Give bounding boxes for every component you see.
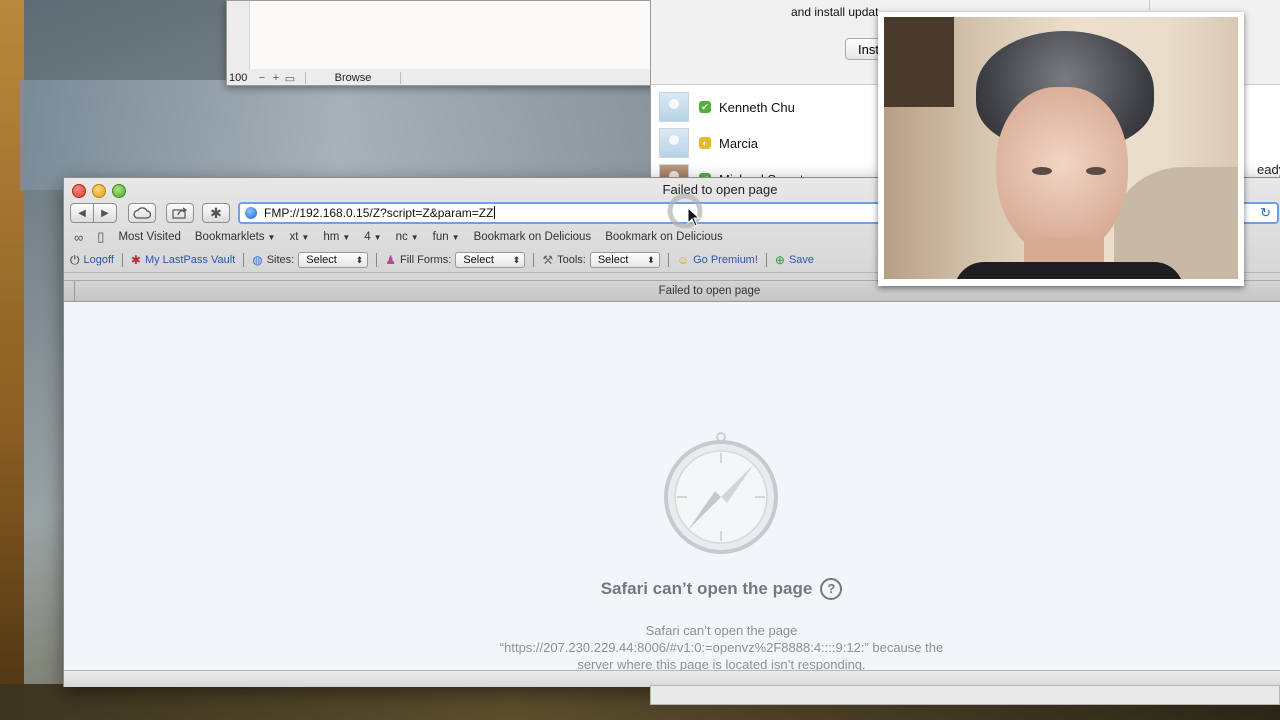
icloud-tabs-icon bbox=[133, 207, 151, 219]
lastpass-vault-link[interactable]: My LastPass Vault bbox=[145, 254, 235, 266]
loading-spinner-icon bbox=[667, 193, 703, 229]
divider bbox=[533, 253, 535, 267]
help-icon[interactable]: ? bbox=[820, 578, 843, 600]
chevron-down-icon: ▼ bbox=[451, 233, 460, 242]
zoom-in-icon[interactable]: + bbox=[269, 72, 283, 84]
go-premium-link[interactable]: Go Premium! bbox=[693, 254, 758, 266]
idle-status-icon: ◐ bbox=[699, 137, 711, 149]
partial-question-text: eady? bbox=[1257, 162, 1280, 177]
forward-arrow-icon: ▶ bbox=[101, 207, 109, 219]
contact-name: Marcia bbox=[719, 135, 759, 151]
smiley-icon: ☺ bbox=[676, 253, 690, 267]
avatar bbox=[659, 92, 689, 122]
error-title: Safari can’t open the page? bbox=[64, 578, 1280, 600]
divider bbox=[121, 253, 123, 267]
bookmark-folder[interactable]: 4 ▼ bbox=[364, 231, 381, 243]
fill-forms-select[interactable]: Select bbox=[455, 252, 526, 268]
extension-button[interactable]: ✱ bbox=[202, 203, 230, 223]
back-arrow-icon: ◀ bbox=[78, 207, 86, 219]
avatar bbox=[659, 128, 689, 158]
webcam-overlay bbox=[878, 12, 1244, 286]
chevron-down-icon: ▼ bbox=[410, 233, 419, 242]
error-message: Safari can’t open the page “https://207.… bbox=[64, 622, 1280, 673]
url-input[interactable]: FMP://192.168.0.15/Z?script=Z&param=ZZ bbox=[264, 206, 495, 220]
fill-forms-label: Fill Forms: bbox=[400, 254, 452, 266]
update-banner-text: and install updat bbox=[791, 5, 879, 19]
desktop-wallpaper-sky bbox=[20, 80, 660, 190]
share-icon bbox=[172, 207, 188, 219]
sites-label: Sites: bbox=[266, 254, 295, 266]
bookmark-folder[interactable]: nc ▼ bbox=[396, 231, 419, 243]
reload-icon[interactable]: ↻ bbox=[1260, 205, 1271, 221]
bookmark-folder[interactable]: hm ▼ bbox=[323, 231, 350, 243]
tools-icon: ⚒ bbox=[542, 253, 554, 267]
divider bbox=[667, 253, 669, 267]
lastpass-icon: ✱ bbox=[130, 253, 141, 267]
available-status-icon: ✔ bbox=[699, 101, 711, 113]
save-link[interactable]: Save bbox=[789, 254, 814, 266]
error-line: Safari can’t open the page bbox=[645, 623, 798, 638]
fill-forms-icon: ♟ bbox=[385, 253, 396, 267]
background-window-edge bbox=[650, 685, 1280, 705]
extension-icon: ✱ bbox=[210, 204, 222, 221]
back-button[interactable]: ◀ bbox=[70, 203, 94, 223]
chevron-down-icon: ▼ bbox=[301, 233, 310, 242]
sites-select[interactable]: Select bbox=[298, 252, 369, 268]
zoom-level: 100 bbox=[229, 72, 248, 84]
bookmark-item[interactable]: Most Visited bbox=[118, 231, 180, 243]
contact-name: Kenneth Chu bbox=[719, 99, 795, 115]
divider bbox=[765, 253, 767, 267]
zoom-out-icon[interactable]: − bbox=[255, 72, 269, 84]
reading-list-icon[interactable]: ∞ bbox=[74, 230, 83, 245]
toggle-status-icon[interactable]: ▭ bbox=[283, 72, 297, 85]
power-icon[interactable]: ⏻ bbox=[70, 253, 80, 268]
tools-select[interactable]: Select bbox=[589, 252, 660, 268]
bookmark-folder[interactable]: Bookmarklets ▼ bbox=[195, 231, 276, 243]
bookmark-folder[interactable]: fun ▼ bbox=[433, 231, 460, 243]
bookmarks-book-icon[interactable]: ▯ bbox=[97, 229, 104, 245]
safari-compass-icon bbox=[664, 432, 778, 554]
icloud-tabs-button[interactable] bbox=[128, 203, 156, 223]
chevron-down-icon: ▼ bbox=[342, 233, 351, 242]
bookmark-folder[interactable]: xt ▼ bbox=[289, 231, 309, 243]
divider bbox=[243, 253, 245, 267]
tab-title[interactable]: Failed to open page bbox=[64, 285, 1280, 297]
chevron-down-icon: ▼ bbox=[373, 233, 382, 242]
chevron-down-icon: ▼ bbox=[267, 233, 276, 242]
webcam-video bbox=[884, 17, 1238, 279]
mode-popup[interactable]: Browse bbox=[305, 72, 401, 84]
globe-icon: ◍ bbox=[252, 253, 263, 267]
plus-icon: ⊕ bbox=[774, 253, 785, 267]
bookmark-item[interactable]: Bookmark on Delicious bbox=[474, 231, 592, 243]
share-button[interactable] bbox=[166, 203, 194, 223]
tools-label: Tools: bbox=[557, 254, 586, 266]
forward-button[interactable]: ▶ bbox=[93, 203, 117, 223]
divider bbox=[1149, 0, 1150, 10]
logoff-link[interactable]: Logoff bbox=[84, 254, 114, 266]
page-content: Safari can’t open the page? Safari can’t… bbox=[64, 302, 1280, 686]
divider bbox=[376, 253, 378, 267]
globe-icon bbox=[245, 207, 257, 219]
error-line: “https://207.230.229.44:8006/#v1:0:=open… bbox=[499, 640, 944, 655]
